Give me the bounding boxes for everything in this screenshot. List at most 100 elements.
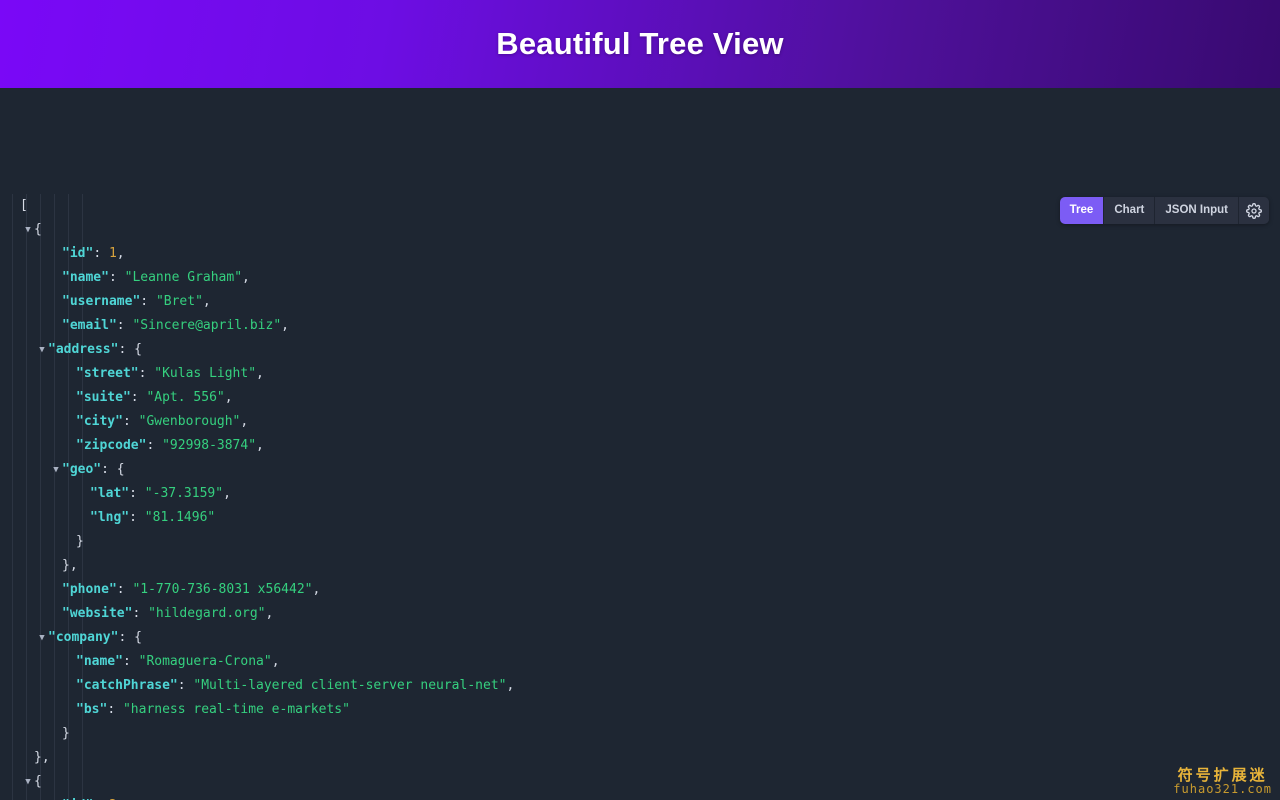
collapse-toggle-icon[interactable]: ▼: [50, 458, 62, 482]
json-line: "street": "Kulas Light",: [0, 362, 514, 386]
json-punctuation: :: [130, 390, 147, 405]
collapse-toggle-icon[interactable]: ▼: [36, 626, 48, 650]
json-line: "website": "hildegard.org",: [0, 602, 514, 626]
json-string-value: "Romaguera-Crona": [138, 654, 272, 669]
json-string-value: "Gwenborough": [138, 414, 241, 429]
caret-spacer: [64, 650, 76, 674]
json-line: ▼{: [0, 770, 514, 794]
json-punctuation: :: [177, 678, 194, 693]
json-line: "email": "Sincere@april.biz",: [0, 314, 514, 338]
collapse-toggle-icon[interactable]: ▼: [22, 770, 34, 794]
json-punctuation: :: [116, 318, 133, 333]
caret-spacer: [64, 674, 76, 698]
tab-tree[interactable]: Tree: [1059, 197, 1105, 224]
json-key: "name": [76, 654, 123, 669]
json-line: "city": "Gwenborough",: [0, 410, 514, 434]
caret-spacer: [50, 242, 62, 266]
json-punctuation: }: [62, 726, 70, 741]
caret-spacer: [64, 434, 76, 458]
json-key: "geo": [62, 462, 102, 477]
caret-spacer: [50, 266, 62, 290]
json-punctuation: : {: [101, 462, 125, 477]
json-punctuation: ,: [242, 270, 250, 285]
json-key: "email": [62, 318, 117, 333]
json-punctuation: ,: [506, 678, 515, 693]
tab-chart[interactable]: Chart: [1104, 197, 1156, 224]
json-key: "username": [62, 294, 141, 309]
caret-spacer: [64, 410, 76, 434]
json-punctuation: {: [34, 222, 42, 237]
json-line: },: [0, 554, 514, 578]
json-string-value: "Bret": [155, 294, 203, 309]
caret-spacer: [8, 194, 20, 218]
json-punctuation: ,: [116, 246, 125, 261]
json-punctuation: ,: [265, 606, 274, 621]
json-punctuation: }: [76, 534, 84, 549]
json-punctuation: :: [116, 582, 133, 597]
json-punctuation: },: [62, 558, 78, 573]
json-key: "zipcode": [76, 438, 147, 453]
json-punctuation: },: [34, 750, 50, 765]
caret-spacer: [50, 290, 62, 314]
json-tree-viewer: [▼{ "id": 1, "name": "Leanne Graham", "u…: [0, 88, 1280, 800]
caret-spacer: [64, 698, 76, 722]
json-line: "phone": "1-770-736-8031 x56442",: [0, 578, 514, 602]
json-punctuation: ,: [224, 390, 233, 405]
json-punctuation: ,: [223, 486, 231, 501]
json-punctuation: {: [34, 774, 42, 789]
json-line: [: [0, 194, 514, 218]
json-key: "website": [62, 606, 133, 621]
caret-spacer: [50, 578, 62, 602]
json-punctuation: :: [129, 510, 145, 525]
caret-spacer: [78, 482, 90, 506]
tab-json-input[interactable]: JSON Input: [1155, 197, 1239, 224]
json-punctuation: [: [20, 198, 28, 213]
json-string-value: "1-770-736-8031 x56442": [132, 582, 313, 597]
json-punctuation: ,: [281, 318, 289, 333]
json-line: "name": "Leanne Graham",: [0, 266, 514, 290]
json-key: "phone": [62, 582, 117, 597]
json-key: "bs": [76, 702, 108, 717]
caret-spacer: [22, 746, 34, 770]
collapse-toggle-icon[interactable]: ▼: [36, 338, 48, 362]
json-line: "catchPhrase": "Multi-layered client-ser…: [0, 674, 514, 698]
json-string-value: "92998-3874": [162, 438, 257, 453]
caret-spacer: [50, 314, 62, 338]
json-punctuation: :: [140, 294, 156, 309]
app-header: Beautiful Tree View: [0, 0, 1280, 88]
json-line: "username": "Bret",: [0, 290, 514, 314]
json-punctuation: :: [138, 366, 155, 381]
view-mode-toolbar: Tree Chart JSON Input: [1059, 197, 1269, 224]
gear-icon[interactable]: [1239, 197, 1269, 224]
json-punctuation: :: [107, 702, 123, 717]
json-punctuation: :: [132, 606, 149, 621]
json-key: "address": [48, 342, 119, 357]
page-title: Beautiful Tree View: [496, 26, 784, 61]
json-string-value: "Kulas Light": [154, 366, 257, 381]
json-punctuation: :: [108, 270, 125, 285]
json-string-value: "Sincere@april.biz": [132, 318, 282, 333]
caret-spacer: [50, 794, 62, 800]
collapse-toggle-icon[interactable]: ▼: [22, 218, 34, 242]
json-punctuation: ,: [312, 582, 321, 597]
json-punctuation: ,: [202, 294, 211, 309]
json-number-value: 1: [108, 246, 117, 261]
json-punctuation: : {: [118, 342, 142, 357]
watermark: 符号扩展迷 fuhao321.com: [1173, 767, 1272, 796]
json-line: "suite": "Apt. 556",: [0, 386, 514, 410]
caret-spacer: [50, 554, 62, 578]
json-line: "id": 2,: [0, 794, 514, 800]
json-key: "id": [62, 246, 94, 261]
json-punctuation: ,: [256, 366, 264, 381]
json-line: "lng": "81.1496": [0, 506, 514, 530]
json-string-value: "Multi-layered client-server neural-net": [193, 678, 507, 693]
json-string-value: "-37.3159": [144, 486, 224, 501]
json-key: "city": [76, 414, 123, 429]
json-key: "name": [62, 270, 109, 285]
json-line: "bs": "harness real-time e-markets": [0, 698, 514, 722]
caret-spacer: [78, 506, 90, 530]
json-line: "lat": "-37.3159",: [0, 482, 514, 506]
json-punctuation: :: [122, 414, 139, 429]
json-key: "lng": [90, 510, 130, 525]
json-line: ▼ "company": {: [0, 626, 514, 650]
